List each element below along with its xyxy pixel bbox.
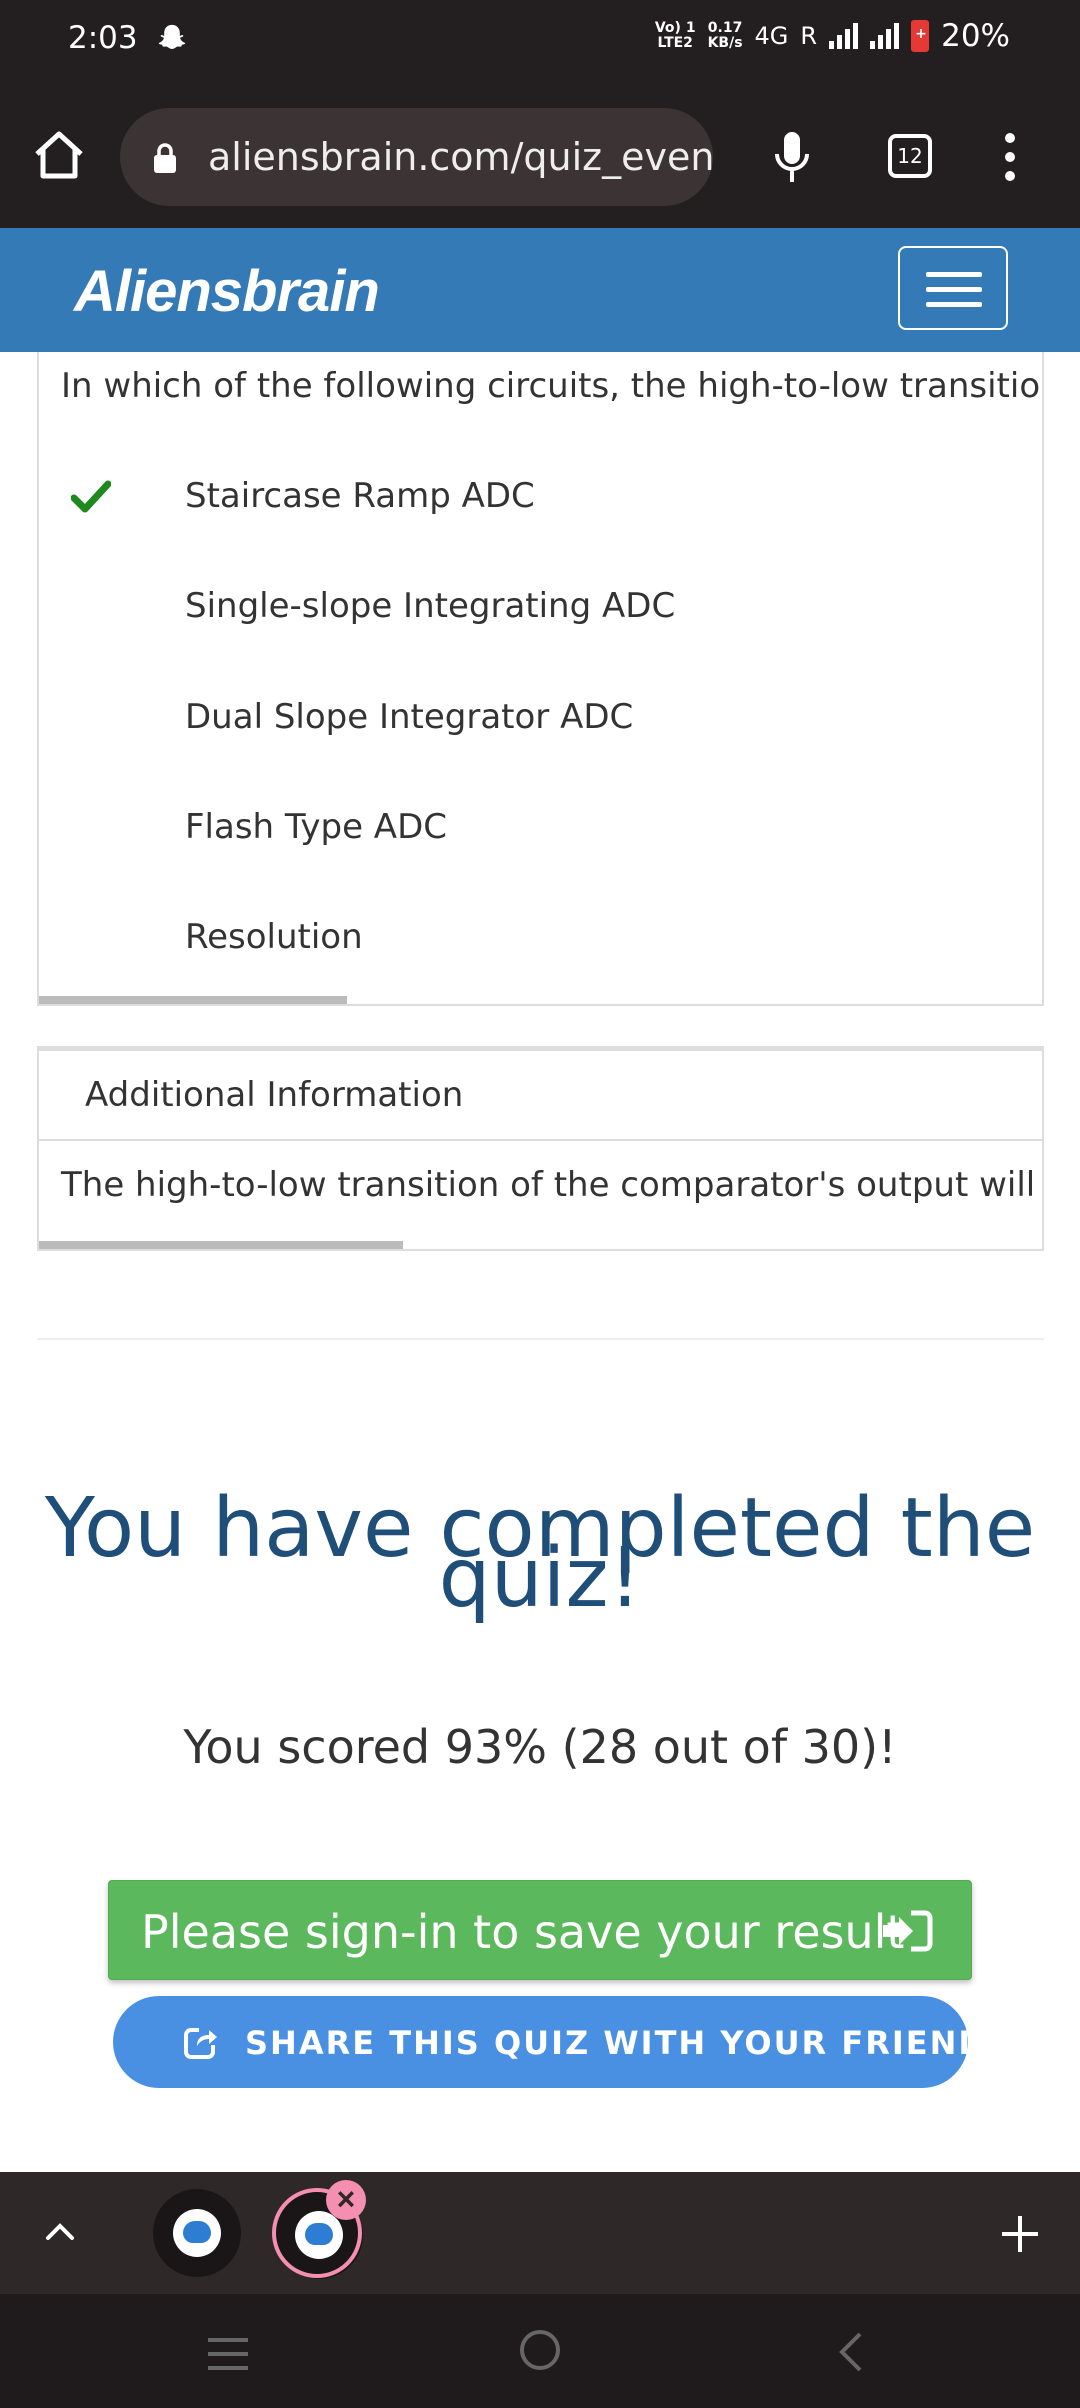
signal-icon-2 [870,23,900,49]
tab-switcher-button[interactable]: 12 [888,134,932,178]
additional-info-header: Additional Information [39,1051,1042,1141]
home-icon[interactable] [32,130,86,180]
recents-icon[interactable] [206,2336,250,2372]
additional-info-title: Additional Information [85,1075,464,1115]
plus-icon[interactable] [998,2212,1042,2256]
more-icon[interactable] [1000,132,1020,182]
address-bar[interactable]: aliensbrain.com/quiz_event [120,108,713,206]
network-type: 4G [754,22,789,50]
site-logo[interactable]: Aliensbrain [74,258,380,325]
speed-value: 0.17 [707,20,743,36]
answer-option: Single-slope Integrating ADC [39,552,1039,662]
battery-icon [911,20,930,52]
option-label: Dual Slope Integrator ADC [185,697,634,737]
score-text: You scored 93% (28 out of 30)! [183,1720,897,1774]
back-icon[interactable] [834,2330,866,2374]
speed-unit: KB/s [707,35,743,51]
answer-option: Staircase Ramp ADC [39,442,1039,552]
sign-in-icon [883,1910,933,1952]
horizontal-scrollbar[interactable] [39,1241,403,1249]
question-card: In which of the following circuits, the … [37,352,1044,1006]
tab-strip [0,2172,1080,2294]
roaming-indicator: R [800,22,818,50]
battery-percent: 20% [941,18,1010,54]
volte-bottom: LTE2 [657,35,693,51]
tab-thumbnail[interactable] [153,2189,241,2277]
horizontal-scrollbar[interactable] [39,996,347,1004]
favicon-icon [173,2209,221,2257]
share-label: SHARE THIS QUIZ WITH YOUR FRIENDS [245,2024,1012,2062]
chevron-up-icon[interactable] [40,2212,80,2252]
status-bar: 2:03 Vo) 1 LTE2 0.17 KB/s 4G R 20% [0,0,1080,80]
divider [37,1338,1044,1340]
option-label: Single-slope Integrating ADC [185,586,676,626]
site-header: Aliensbrain [0,228,1080,352]
home-nav-icon[interactable] [520,2330,560,2370]
option-label: Flash Type ADC [185,807,447,847]
answer-option: Dual Slope Integrator ADC [39,663,1039,773]
option-label: Staircase Ramp ADC [185,476,535,516]
mic-icon[interactable] [772,130,812,186]
sign-in-button[interactable]: Please sign-in to save your result [108,1880,972,1980]
check-icon [71,480,111,513]
completed-title-line2: quiz! [438,1531,642,1626]
volte-indicator: Vo) 1 LTE2 [655,21,696,51]
answer-option: Resolution [39,883,1039,993]
signal-icon [829,23,859,49]
answer-option: Flash Type ADC [39,773,1039,883]
navigation-bar [0,2294,1080,2408]
volte-top: Vo) 1 [654,20,696,36]
status-time: 2:03 [68,20,138,56]
sign-in-label: Please sign-in to save your result [141,1905,905,1959]
completed-title: You have completed the quiz! [40,1488,1040,1620]
hamburger-icon[interactable] [898,246,1008,330]
speed-indicator: 0.17 KB/s [708,21,743,51]
share-button[interactable]: SHARE THIS QUIZ WITH YOUR FRIENDS [113,1996,1010,2088]
share-icon [184,2028,217,2059]
additional-info-card: Additional Information The high-to-low t… [37,1046,1044,1251]
browser-toolbar: aliensbrain.com/quiz_event 12 [0,80,1080,228]
status-indicators: Vo) 1 LTE2 0.17 KB/s 4G R 20% [655,18,1010,54]
url-text: aliensbrain.com/quiz_event [208,135,713,179]
lock-icon [154,143,176,173]
option-label: Resolution [185,917,363,957]
snapchat-icon [158,24,186,49]
additional-info-text: The high-to-low transition of the compar… [61,1165,1042,1205]
close-icon[interactable]: × [326,2180,366,2220]
question-text: In which of the following circuits, the … [61,366,1042,406]
